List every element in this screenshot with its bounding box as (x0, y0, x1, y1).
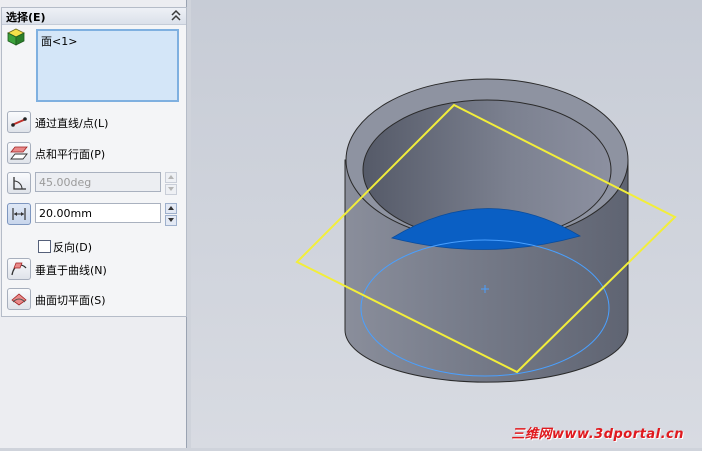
offset-distance-input[interactable]: 20.00mm (35, 203, 161, 223)
normal-to-curve-button[interactable] (7, 258, 31, 280)
offset-distance-button[interactable] (7, 203, 31, 225)
offset-spin-down-icon[interactable] (165, 215, 177, 226)
selection-list-item[interactable]: 面<1> (41, 33, 77, 49)
line-point-icon (11, 117, 27, 127)
angle-button[interactable] (7, 172, 31, 194)
reverse-label[interactable]: 反向(D) (53, 239, 92, 255)
angle-icon (13, 177, 26, 190)
offset-spin-up-icon[interactable] (165, 203, 177, 214)
reverse-checkbox[interactable] (38, 240, 51, 253)
watermark: 三维网www.3dportal.cn (511, 427, 684, 442)
angle-spinner[interactable] (165, 172, 177, 195)
normal-to-curve-label[interactable]: 垂直于曲线(N) (35, 262, 107, 278)
angle-spin-down-icon[interactable] (165, 184, 177, 195)
on-surface-button[interactable] (7, 288, 31, 310)
angle-spin-up-icon[interactable] (165, 172, 177, 183)
on-surface-label[interactable]: 曲面切平面(S) (35, 292, 106, 308)
surface-tangent-icon (11, 293, 27, 306)
through-lines-points-label[interactable]: 通过直线/点(L) (35, 115, 108, 131)
collapse-chevron-icon[interactable] (170, 9, 182, 22)
distance-icon (12, 208, 26, 220)
selection-list[interactable]: 面<1> (36, 29, 179, 102)
point-parallel-face-label[interactable]: 点和平行面(P) (35, 146, 105, 162)
normal-curve-icon (11, 262, 27, 276)
selection-group: 选择(E) 面<1> 通过直线/点(L) 点和平行面(P) 45.00deg 2… (1, 7, 187, 317)
face-selection-icon (7, 28, 25, 46)
graphics-viewport[interactable]: 三维网www.3dportal.cn (191, 0, 702, 448)
angle-input[interactable]: 45.00deg (35, 172, 161, 192)
selection-group-header[interactable]: 选择(E) (2, 8, 186, 25)
property-manager-panel: 选择(E) 面<1> 通过直线/点(L) 点和平行面(P) 45.00deg 2… (0, 0, 187, 448)
point-parallel-face-button[interactable] (7, 142, 31, 164)
model-view (295, 78, 677, 383)
offset-spinner[interactable] (165, 203, 177, 226)
parallel-plane-icon (10, 146, 28, 160)
through-lines-points-button[interactable] (7, 111, 31, 133)
selection-group-title: 选择(E) (6, 11, 46, 24)
